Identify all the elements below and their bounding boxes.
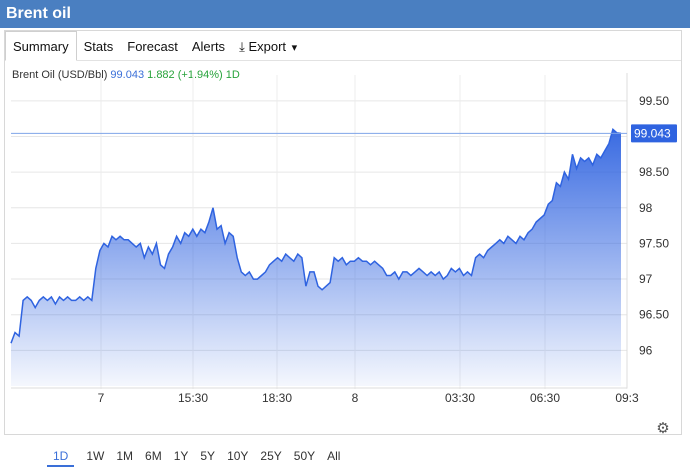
range-1y[interactable]: 1Y <box>174 449 189 467</box>
range-1m[interactable]: 1M <box>116 449 133 467</box>
y-tick-label: 96 <box>639 343 653 357</box>
x-tick-label: 8 <box>352 391 359 405</box>
page-title: Brent oil <box>6 5 71 22</box>
range-all[interactable]: All <box>327 449 340 467</box>
y-tick-label: 98.50 <box>639 165 669 179</box>
range-50y[interactable]: 50Y <box>294 449 315 467</box>
range-selector: 1D 1W 1M 6M 1Y 5Y 10Y 25Y 50Y All <box>47 449 352 467</box>
price-area <box>11 129 621 387</box>
range-6m[interactable]: 6M <box>145 449 162 467</box>
x-tick-label: 18:30 <box>262 391 292 405</box>
y-tick-label: 99.50 <box>639 94 669 108</box>
y-tick-label: 98 <box>639 201 653 215</box>
range-5y[interactable]: 5Y <box>200 449 215 467</box>
app-title-bar: Brent oil <box>0 0 690 28</box>
x-tick-label: 06:30 <box>530 391 560 405</box>
x-tick-label: 03:30 <box>445 391 475 405</box>
y-tick-label: 97.50 <box>639 236 669 250</box>
range-1w[interactable]: 1W <box>86 449 104 467</box>
x-tick-label: 09:3 <box>615 391 639 405</box>
range-1d[interactable]: 1D <box>47 449 75 467</box>
y-tick-label: 97 <box>639 272 653 286</box>
x-tick-label: 7 <box>98 391 105 405</box>
y-tick-label: 96.50 <box>639 308 669 322</box>
range-10y[interactable]: 10Y <box>227 449 248 467</box>
chart-panel: Summary Stats Forecast Alerts ⤓ Export ▾… <box>4 30 683 467</box>
gear-icon[interactable]: ⚙ <box>655 421 671 437</box>
price-chart[interactable]: 9696.509797.509898.509999.50715:3018:308… <box>5 31 683 436</box>
x-tick-label: 15:30 <box>178 391 208 405</box>
range-25y[interactable]: 25Y <box>260 449 281 467</box>
last-price-label: 99.043 <box>634 126 671 140</box>
